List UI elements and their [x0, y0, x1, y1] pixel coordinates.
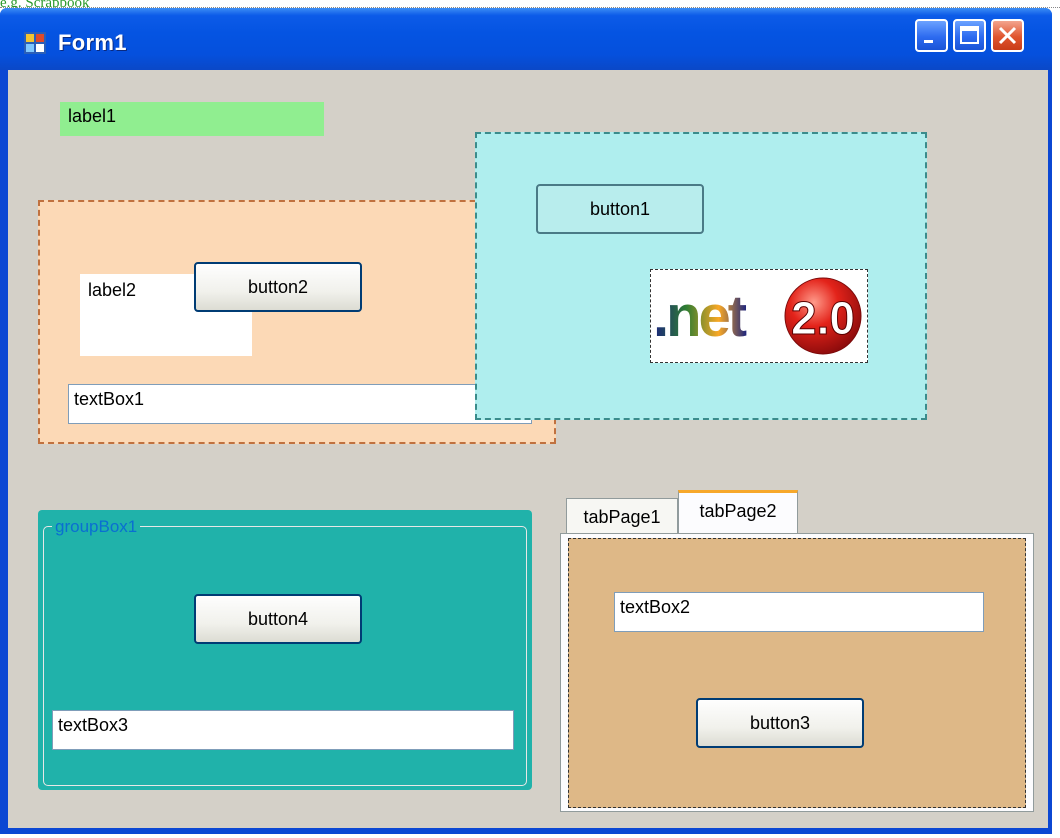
maximize-button[interactable]: [953, 19, 986, 52]
button1[interactable]: button1: [536, 184, 704, 234]
net-2-0-logo-icon: .net 2.0: [653, 277, 862, 355]
svg-text:2.0: 2.0: [791, 292, 855, 344]
window-title: Form1: [58, 30, 127, 55]
minimize-button[interactable]: [915, 19, 948, 52]
maximize-icon: [960, 26, 979, 44]
net-logo-picturebox: .net 2.0: [650, 269, 868, 363]
app-icon: [24, 32, 46, 54]
tab-page2[interactable]: tabPage2: [678, 490, 798, 534]
form-window: Form1 label1 label2 button2 textBox1 but…: [0, 8, 1052, 834]
tab-page-body: [560, 533, 1034, 812]
groupbox-title: groupBox1: [52, 517, 141, 537]
button4[interactable]: button4: [194, 594, 362, 644]
textbox1[interactable]: textBox1: [68, 384, 532, 424]
close-button[interactable]: [991, 19, 1024, 52]
minimize-icon: [924, 40, 933, 43]
tab-page1[interactable]: tabPage1: [566, 498, 678, 534]
textbox2[interactable]: textBox2: [614, 592, 984, 632]
tab-control: tabPage1 tabPage2: [560, 490, 1034, 814]
label1: label1: [60, 102, 324, 136]
textbox3[interactable]: textBox3: [52, 710, 514, 750]
button2[interactable]: button2: [194, 262, 362, 312]
close-icon: [998, 26, 1017, 45]
svg-text:.net: .net: [653, 284, 747, 349]
button3[interactable]: button3: [696, 698, 864, 748]
form-client-area: label1 label2 button2 textBox1 button1 .…: [8, 70, 1048, 828]
tab-page2-panel: [568, 538, 1026, 808]
title-bar[interactable]: Form1: [0, 8, 1052, 70]
